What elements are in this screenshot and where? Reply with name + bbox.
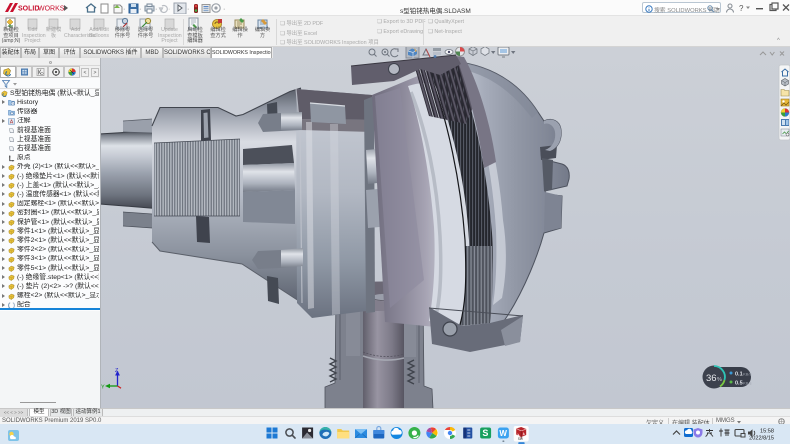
svg-text:?: ?: [739, 4, 744, 13]
svg-text:·: ·: [168, 6, 170, 13]
svg-text:Y: Y: [101, 385, 105, 391]
svg-text:·: ·: [139, 6, 141, 13]
svg-text:SOLID: SOLID: [18, 6, 39, 13]
svg-text:W: W: [499, 429, 507, 438]
svg-text:SW: SW: [518, 437, 523, 441]
svg-text:·: ·: [223, 6, 225, 13]
svg-text:KB/s: KB/s: [743, 372, 751, 377]
svg-text:%: %: [717, 377, 722, 383]
svg-text:WORKS: WORKS: [38, 6, 65, 13]
svg-text:15:58: 15:58: [760, 429, 774, 435]
svg-text:·: ·: [155, 6, 157, 13]
svg-text:KB/s: KB/s: [743, 381, 751, 386]
svg-text:0.1: 0.1: [735, 372, 743, 378]
svg-text:S: S: [482, 428, 488, 438]
svg-text:0.5: 0.5: [735, 381, 743, 387]
svg-text:2022/8/15: 2022/8/15: [749, 436, 774, 442]
svg-text:36: 36: [706, 373, 717, 384]
svg-text:·: ·: [187, 6, 189, 13]
svg-text:·: ·: [123, 6, 125, 13]
svg-text:A: A: [10, 119, 14, 125]
